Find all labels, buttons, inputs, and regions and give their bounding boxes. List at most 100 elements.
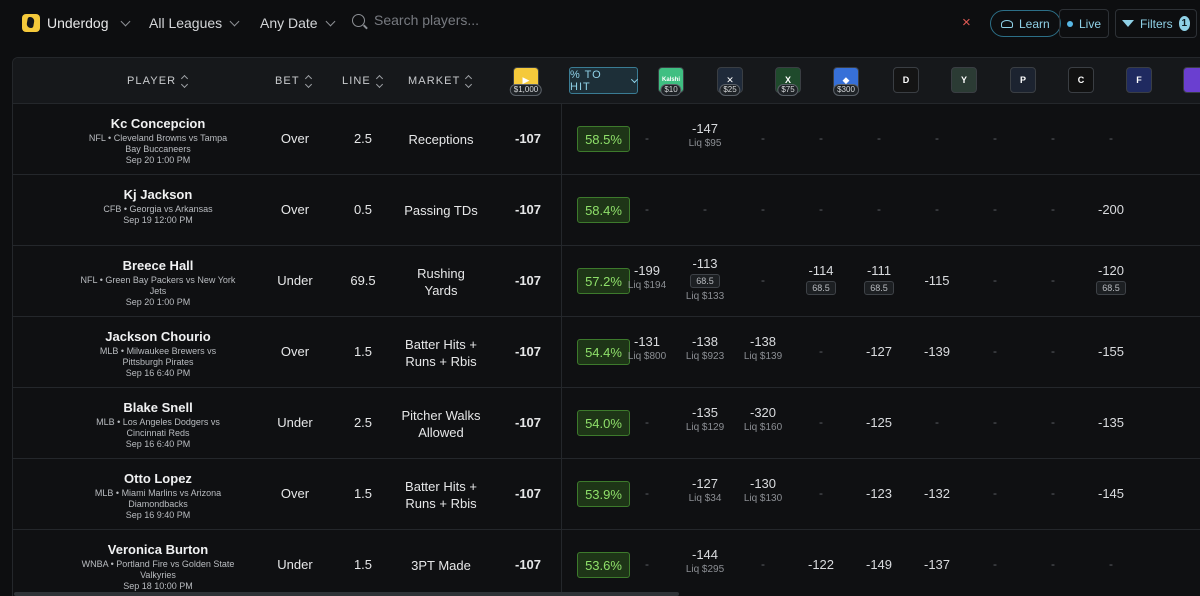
book-odds-cell[interactable]: -138 Liq $139 xyxy=(735,334,791,362)
line-value: 0.5 xyxy=(353,202,373,217)
table-row[interactable]: Jackson Chourio MLB • Milwaukee Brewers … xyxy=(13,317,1200,388)
clear-search-button[interactable]: × xyxy=(962,15,971,30)
alt-line-badge: 68.5 xyxy=(806,281,836,295)
underdog-price[interactable]: -107 xyxy=(503,486,553,501)
league-label: All Leagues xyxy=(149,15,223,31)
book-odds-cell[interactable]: -135 Liq $129 xyxy=(677,405,733,433)
book-odds-cell[interactable]: -135 xyxy=(1083,415,1139,430)
column-header-market[interactable]: MARKET xyxy=(408,74,473,88)
filters-button[interactable]: Filters 1 xyxy=(1115,9,1197,38)
horizontal-scrollbar[interactable] xyxy=(14,592,679,596)
player-name[interactable]: Blake Snell xyxy=(53,400,263,415)
chalkboard-book-icon[interactable]: C xyxy=(1068,67,1094,93)
odds-value: -114 xyxy=(808,263,834,278)
column-header-line[interactable]: LINE xyxy=(342,74,383,88)
underdog-price[interactable]: -107 xyxy=(503,131,553,146)
book-odds-cell[interactable]: -200 xyxy=(1083,202,1139,217)
book-odds-cell[interactable]: -111 68.5 xyxy=(851,263,907,296)
table-row[interactable]: Blake Snell MLB • Los Angeles Dodgers vs… xyxy=(13,388,1200,459)
graduation-cap-icon xyxy=(1001,19,1013,28)
market-line-2: Runs + Rbis xyxy=(405,354,477,369)
odds-value: - xyxy=(1051,557,1055,571)
partial-book-icon[interactable] xyxy=(1183,67,1200,93)
book-odds-cell[interactable]: -138 Liq $923 xyxy=(677,334,733,362)
game-matchup: MLB • Miami Marlins vs Arizona Diamondba… xyxy=(68,488,248,521)
funnel-icon xyxy=(1122,20,1134,27)
date-dropdown[interactable]: Any Date xyxy=(260,15,336,31)
learn-button[interactable]: Learn xyxy=(990,10,1061,37)
book-odds-cell[interactable]: -122 xyxy=(793,557,849,572)
fliff-book-icon[interactable]: F xyxy=(1126,67,1152,93)
player-name[interactable]: Otto Lopez xyxy=(53,471,263,486)
draftkings-book-icon[interactable]: D xyxy=(893,67,919,93)
underdog-price[interactable]: -107 xyxy=(503,415,553,430)
goblet-book-icon[interactable]: Y xyxy=(951,67,977,93)
column-header-player[interactable]: PLAYER xyxy=(127,74,189,88)
odds-value: -320 xyxy=(749,405,777,420)
book-odds-cell[interactable]: -145 xyxy=(1083,486,1139,501)
table-row[interactable]: Breece Hall NFL • Green Bay Packers vs N… xyxy=(13,246,1200,317)
player-name[interactable]: Jackson Chourio xyxy=(53,329,263,344)
book-odds-cell[interactable]: -137 xyxy=(909,557,965,572)
book-odds-cell[interactable]: -125 xyxy=(851,415,907,430)
pinnacle-book-icon[interactable]: P xyxy=(1010,67,1036,93)
line-value: 2.5 xyxy=(353,415,373,430)
odds-value: -123 xyxy=(865,486,893,501)
book-odds-cell[interactable]: -127 xyxy=(851,344,907,359)
book-odds-cell: - xyxy=(1025,415,1081,429)
book-odds-cell[interactable]: -123 xyxy=(851,486,907,501)
book-odds-cell[interactable]: -130 Liq $130 xyxy=(735,476,791,504)
book-odds-cell[interactable]: -114 68.5 xyxy=(793,263,849,296)
book-odds-cell: - xyxy=(909,415,965,429)
column-header-bet[interactable]: BET xyxy=(275,74,312,88)
underdog-price[interactable]: -107 xyxy=(503,202,553,217)
book-odds-cell[interactable]: -144 Liq $295 xyxy=(677,547,733,575)
odds-value: - xyxy=(819,415,823,429)
book-odds-cell[interactable]: -127 Liq $34 xyxy=(677,476,733,504)
live-button[interactable]: Live xyxy=(1059,9,1109,38)
liquidity-label: Liq $800 xyxy=(627,351,667,362)
book-odds-cell[interactable]: -199 Liq $194 xyxy=(619,263,675,291)
table-row[interactable]: Otto Lopez MLB • Miami Marlins vs Arizon… xyxy=(13,459,1200,530)
underdog-price[interactable]: -107 xyxy=(503,273,553,288)
brand-dropdown[interactable]: Underdog xyxy=(22,14,130,32)
book-odds-cell: - xyxy=(1025,273,1081,287)
book-odds-cell[interactable]: -149 xyxy=(851,557,907,572)
odds-value: - xyxy=(993,131,997,145)
market-line-1: Batter Hits + xyxy=(405,337,477,352)
odds-value: - xyxy=(819,202,823,216)
book-odds-cell: - xyxy=(967,344,1023,358)
odds-value: - xyxy=(819,344,823,358)
book-odds-cell[interactable]: -120 68.5 xyxy=(1083,263,1139,296)
odds-value: - xyxy=(761,557,765,571)
book-odds-cell[interactable]: -113 68.5 Liq $133 xyxy=(677,256,733,302)
odds-value: - xyxy=(761,273,765,287)
player-name[interactable]: Breece Hall xyxy=(53,258,263,273)
book-bonus-tag: $300 xyxy=(833,84,859,96)
underdog-price[interactable]: -107 xyxy=(503,344,553,359)
table-row[interactable]: Kj Jackson CFB • Georgia vs Arkansas Sep… xyxy=(13,175,1200,246)
book-odds-cell[interactable]: -147 Liq $95 xyxy=(677,121,733,149)
book-odds-cell[interactable]: -155 xyxy=(1083,344,1139,359)
underdog-price[interactable]: -107 xyxy=(503,557,553,572)
odds-value: - xyxy=(993,415,997,429)
chevron-down-icon xyxy=(229,16,240,26)
book-odds-cell: - xyxy=(1025,344,1081,358)
player-name[interactable]: Veronica Burton xyxy=(53,542,263,557)
book-odds-cell[interactable]: -131 Liq $800 xyxy=(619,334,675,362)
percent-to-hit-dropdown[interactable]: % TO HIT xyxy=(569,67,639,94)
book-odds-cell[interactable]: -115 xyxy=(909,273,965,288)
book-odds-cell[interactable]: -139 xyxy=(909,344,965,359)
book-odds-cell[interactable]: -320 Liq $160 xyxy=(735,405,791,433)
search-input[interactable] xyxy=(374,12,934,28)
table-row[interactable]: Kc Concepcion NFL • Cleveland Browns vs … xyxy=(13,104,1200,175)
odds-value: -155 xyxy=(1097,344,1125,359)
book-odds-cell: - xyxy=(677,202,733,216)
player-name[interactable]: Kj Jackson xyxy=(53,187,263,202)
book-odds-cell: - xyxy=(967,202,1023,216)
book-odds-cell[interactable]: -132 xyxy=(909,486,965,501)
player-name[interactable]: Kc Concepcion xyxy=(53,116,263,131)
line-value: 1.5 xyxy=(353,557,373,572)
league-dropdown[interactable]: All Leagues xyxy=(149,15,240,31)
table-row[interactable]: Veronica Burton WNBA • Portland Fire vs … xyxy=(13,530,1200,596)
